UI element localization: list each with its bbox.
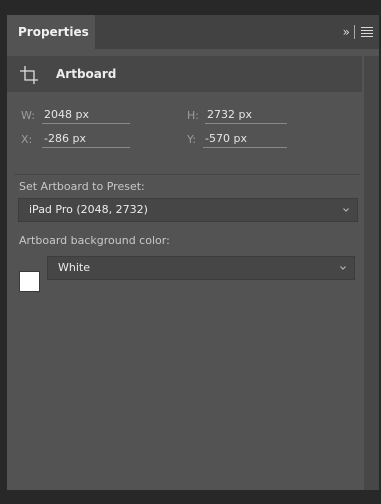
background-color-label: Artboard background color: <box>19 234 170 247</box>
hamburger-menu-icon[interactable] <box>361 27 373 37</box>
preset-label: Set Artboard to Preset: <box>19 180 145 193</box>
height-label: H: <box>187 109 199 122</box>
panel-tab-bar: Properties » <box>7 15 379 49</box>
background-selected-value: White <box>58 261 90 274</box>
y-position-field[interactable]: -570 px <box>203 131 287 148</box>
width-field[interactable]: 2048 px <box>42 107 130 124</box>
properties-panel: Properties » Artboard W: 2048 px H: 2732… <box>7 15 379 490</box>
section-divider <box>14 174 360 175</box>
width-label: W: <box>21 109 35 122</box>
background-color-swatch[interactable] <box>19 271 40 292</box>
preset-dropdown[interactable]: iPad Pro (2048, 2732) <box>18 198 358 222</box>
panel-scrollbar[interactable] <box>364 56 379 490</box>
artboard-section-header: Artboard <box>7 56 362 92</box>
y-label: Y: <box>187 133 196 146</box>
x-label: X: <box>21 133 33 146</box>
panel-controls: » <box>343 15 373 49</box>
preset-selected-value: iPad Pro (2048, 2732) <box>29 203 148 216</box>
background-color-dropdown[interactable]: White <box>47 256 355 280</box>
x-position-field[interactable]: -286 px <box>42 131 130 148</box>
chevron-down-icon <box>343 208 349 212</box>
section-title: Artboard <box>56 67 117 81</box>
height-field[interactable]: 2732 px <box>205 107 287 124</box>
double-chevron-right-icon[interactable]: » <box>343 25 350 39</box>
chevron-down-icon <box>340 266 346 270</box>
controls-separator <box>354 25 355 39</box>
artboard-icon <box>20 66 38 84</box>
app-frame: Properties » Artboard W: 2048 px H: 2732… <box>0 0 381 504</box>
tab-properties[interactable]: Properties <box>7 15 95 49</box>
